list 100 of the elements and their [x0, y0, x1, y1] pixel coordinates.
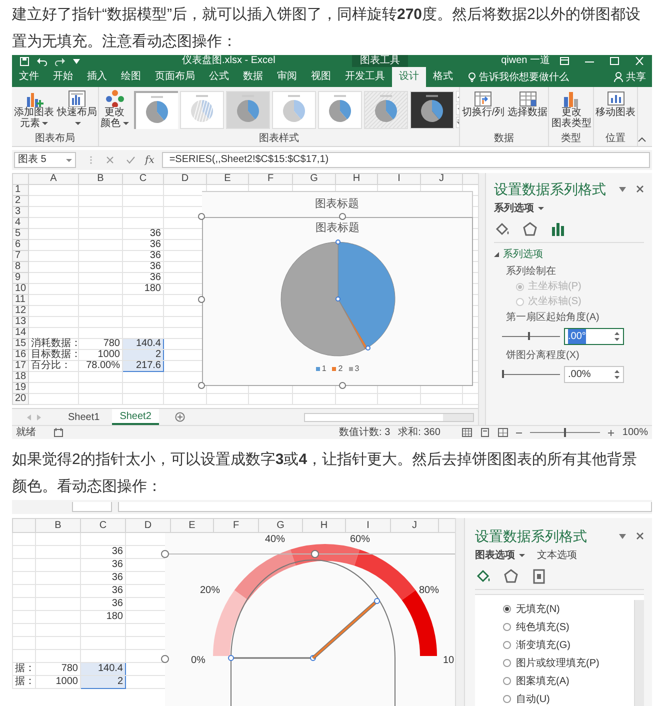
- pane-menu-tab[interactable]: 系列选项: [494, 202, 544, 216]
- ribbon-tab[interactable]: 开发工具: [338, 67, 392, 87]
- page-layout-icon[interactable]: [480, 428, 490, 437]
- ribbon-tab[interactable]: 数据: [236, 67, 270, 87]
- ribbon-tab[interactable]: 审阅: [270, 67, 304, 87]
- radio-button[interactable]: [503, 605, 511, 613]
- resize-handle[interactable]: [198, 213, 205, 220]
- column-header[interactable]: H: [302, 518, 346, 532]
- zoom-slider-thumb[interactable]: [564, 428, 566, 437]
- row-header[interactable]: 17: [12, 360, 28, 372]
- vertical-scrollbar[interactable]: [455, 518, 465, 706]
- column-header[interactable]: F: [214, 518, 258, 532]
- paint-bucket-icon[interactable]: [475, 568, 491, 584]
- radio-button[interactable]: [503, 695, 511, 703]
- column-header[interactable]: G: [292, 174, 336, 184]
- row-header[interactable]: 4: [12, 218, 28, 228]
- radio-button[interactable]: [503, 677, 511, 685]
- row-header[interactable]: 20: [12, 394, 28, 404]
- close-icon[interactable]: [636, 185, 644, 193]
- row-header[interactable]: 8: [12, 262, 28, 272]
- tell-me-search[interactable]: 告诉我你想要做什么: [479, 70, 569, 84]
- ribbon-tab[interactable]: 页面布局: [148, 67, 202, 87]
- slider-thumb[interactable]: [528, 332, 530, 340]
- ribbon-button[interactable]: 选择数据: [506, 89, 548, 118]
- row-header[interactable]: 5: [12, 228, 28, 240]
- row-header[interactable]: 2: [12, 196, 28, 206]
- ribbon-tab[interactable]: 文件: [12, 67, 46, 87]
- ribbon-tab[interactable]: 视图: [304, 67, 338, 87]
- number-field[interactable]: .00%: [564, 366, 624, 382]
- radio-button[interactable]: [503, 641, 511, 649]
- redo-icon[interactable]: [55, 56, 65, 66]
- check-icon[interactable]: [126, 156, 135, 164]
- pentagon-icon[interactable]: [503, 568, 519, 584]
- pane-options-icon[interactable]: [619, 186, 626, 192]
- column-header[interactable]: D: [164, 174, 206, 184]
- resize-handle[interactable]: [161, 655, 169, 663]
- insert-function-button[interactable]: fx: [145, 152, 154, 168]
- paint-bucket-icon[interactable]: [494, 221, 510, 237]
- row-header[interactable]: 15: [12, 338, 28, 350]
- zoom-out-icon[interactable]: [516, 430, 522, 436]
- ribbon-button[interactable]: 切换行/列: [460, 89, 506, 118]
- add-sheet-icon[interactable]: [175, 412, 186, 422]
- ribbon-button[interactable]: 添加图表 元素: [13, 89, 55, 129]
- column-header[interactable]: F: [248, 174, 292, 184]
- normal-view-icon[interactable]: [462, 428, 472, 437]
- ribbon-button[interactable]: 快速布局: [56, 89, 98, 125]
- page-break-icon[interactable]: [498, 428, 508, 437]
- resize-handle[interactable]: [198, 382, 205, 389]
- collapse-ribbon-icon[interactable]: [638, 137, 646, 142]
- undo-icon[interactable]: [37, 56, 47, 66]
- share-link[interactable]: 共享: [626, 70, 646, 84]
- spinner-icon[interactable]: [614, 368, 620, 380]
- column-header[interactable]: B: [36, 518, 80, 532]
- vertical-scrollbar[interactable]: [478, 173, 485, 425]
- row-header[interactable]: 13: [12, 316, 28, 328]
- customize-toolbar-icon[interactable]: [73, 58, 80, 64]
- pane-options-icon[interactable]: [619, 534, 626, 538]
- column-header[interactable]: C: [80, 518, 126, 532]
- column-header[interactable]: B: [78, 174, 122, 184]
- row-header[interactable]: 9: [12, 272, 28, 284]
- row-header[interactable]: 16: [12, 350, 28, 360]
- zoom-level[interactable]: 100%: [622, 425, 648, 440]
- ribbon-display-icon[interactable]: [560, 57, 569, 65]
- radio-button[interactable]: [503, 659, 511, 667]
- ribbon-tab[interactable]: 格式: [426, 67, 460, 87]
- row-header[interactable]: 18: [12, 372, 28, 382]
- save-icon[interactable]: [20, 56, 29, 66]
- pentagon-icon[interactable]: [522, 221, 538, 237]
- ribbon-tab[interactable]: 开始: [46, 67, 80, 87]
- ribbon-button[interactable]: 更改 颜色: [100, 89, 130, 129]
- resize-handle[interactable]: [198, 296, 205, 303]
- row-header[interactable]: 7: [12, 250, 28, 262]
- column-header[interactable]: I: [378, 174, 420, 184]
- column-header[interactable]: J: [420, 174, 462, 184]
- column-header[interactable]: H: [336, 174, 378, 184]
- pane-menu-tab[interactable]: 图表选项: [475, 549, 525, 563]
- ribbon-button[interactable]: 更改 图表类型: [550, 89, 592, 129]
- column-header[interactable]: C: [122, 174, 164, 184]
- size-properties-icon[interactable]: [531, 568, 547, 584]
- sheet-tab[interactable]: Sheet1: [60, 409, 108, 425]
- close-icon[interactable]: [636, 532, 644, 540]
- vertical-scrollbar[interactable]: [634, 600, 644, 706]
- chart-style-thumbnail[interactable]: [134, 91, 178, 129]
- row-header[interactable]: 11: [12, 294, 28, 306]
- section-heading[interactable]: 系列选项: [503, 247, 543, 262]
- spinner-icon[interactable]: [614, 330, 620, 342]
- row-header[interactable]: 10: [12, 284, 28, 294]
- ribbon-tab[interactable]: 设计: [392, 67, 426, 87]
- cancel-icon[interactable]: [106, 156, 114, 164]
- row-header[interactable]: 3: [12, 206, 28, 218]
- row-header[interactable]: 19: [12, 382, 28, 394]
- zoom-in-icon[interactable]: [608, 430, 614, 436]
- radio-button[interactable]: [503, 623, 511, 631]
- resize-handle[interactable]: [339, 382, 346, 389]
- column-header[interactable]: J: [390, 518, 438, 532]
- row-header[interactable]: 14: [12, 328, 28, 338]
- row-header[interactable]: 6: [12, 240, 28, 250]
- column-header[interactable]: D: [126, 518, 170, 532]
- number-field[interactable]: .00°: [564, 328, 624, 344]
- maximize-icon[interactable]: [610, 57, 619, 65]
